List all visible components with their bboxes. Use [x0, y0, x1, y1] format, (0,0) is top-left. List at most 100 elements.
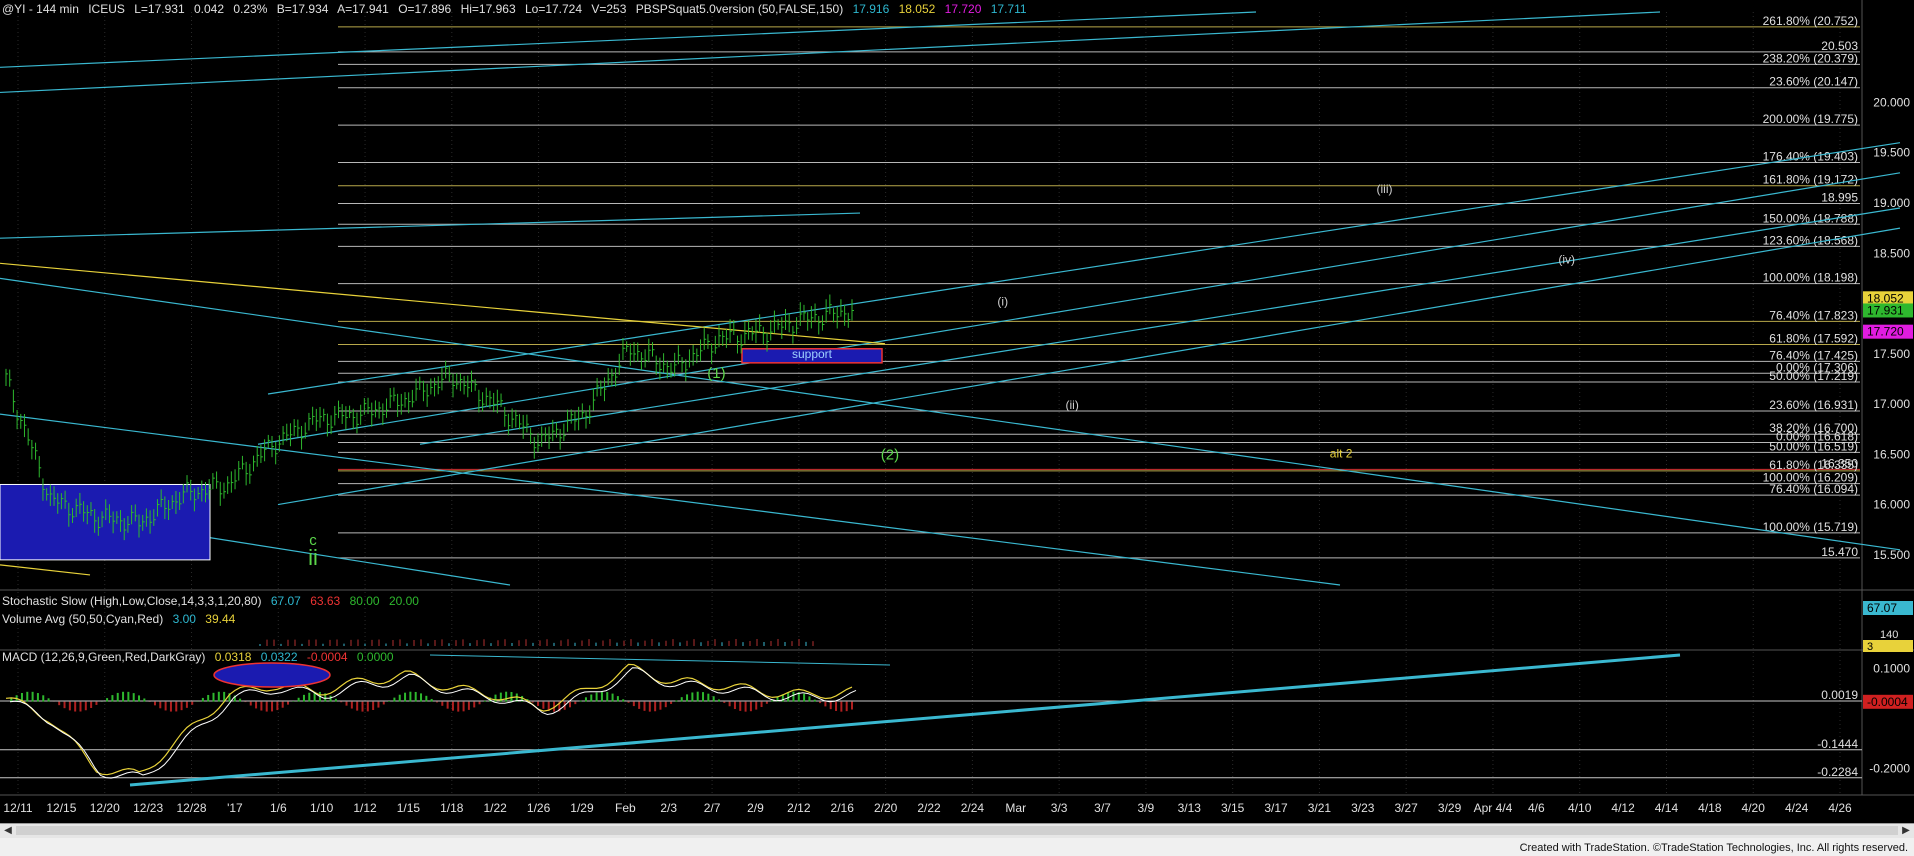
date-tick: 3/15 — [1221, 801, 1245, 815]
date-tick: 1/18 — [440, 801, 464, 815]
support-label: support — [792, 347, 833, 361]
price-axis-tick: 20.000 — [1873, 95, 1910, 109]
date-tick: 1/29 — [570, 801, 594, 815]
fib-label: 100.00% (18.198) — [1763, 271, 1858, 285]
fib-label: 23.60% (20.147) — [1769, 75, 1858, 89]
channel-line — [267, 142, 1901, 395]
date-tick: 2/3 — [660, 801, 677, 815]
stochastic-v4: 20.00 — [388, 594, 419, 608]
macd-level-label: -0.2284 — [1817, 765, 1858, 779]
fib-label: 200.00% (19.775) — [1763, 112, 1858, 126]
date-tick: 12/20 — [90, 801, 120, 815]
stochastic-v2: 63.63 — [310, 594, 341, 608]
scroll-right-icon[interactable]: ▶ — [1899, 825, 1913, 837]
last-price: L=17.931 — [134, 2, 185, 16]
date-tick: 1/26 — [527, 801, 551, 815]
volume-tick: 140 — [1880, 629, 1898, 641]
macd-v2: 0.0322 — [260, 650, 298, 664]
fib-label: 150.00% (18.788) — [1763, 211, 1858, 225]
date-tick: 2/16 — [831, 801, 855, 815]
wave-label: (1) — [707, 365, 725, 382]
fib-label: 15.470 — [1821, 545, 1858, 559]
open: O=17.896 — [398, 2, 452, 16]
volume-v2: 39.44 — [205, 612, 236, 626]
wave-label: (iv) — [1558, 252, 1575, 266]
stochastic-label: Stochastic Slow (High,Low,Close,14,3,3,1… — [2, 594, 262, 608]
date-tick: 1/22 — [484, 801, 508, 815]
chart-header: @YI - 144 min ICEUS L=17.931 0.042 0.23%… — [2, 2, 1033, 16]
macd-v4: 0.0000 — [356, 650, 394, 664]
date-tick: 3/9 — [1138, 801, 1155, 815]
date-tick: 1/10 — [310, 801, 334, 815]
wave-ii-box — [0, 483, 211, 561]
date-tick: 3/29 — [1438, 801, 1462, 815]
stochastic-header: Stochastic Slow (High,Low,Close,14,3,3,1… — [2, 594, 425, 608]
channel-line — [277, 227, 1901, 506]
fib-label: 76.40% (16.094) — [1769, 482, 1858, 496]
price-axis-tick: 16.500 — [1873, 447, 1910, 461]
macd-support-line — [129, 653, 1681, 787]
yellow-trendline — [0, 564, 91, 576]
symbol: @YI - 144 min — [2, 2, 79, 16]
macd-level-label: 0.0019 — [1821, 688, 1858, 702]
stochastic-v3: 80.00 — [349, 594, 380, 608]
stochastic-v1: 67.07 — [270, 594, 301, 608]
macd-v1: 0.0318 — [214, 650, 252, 664]
fib-label: 50.00% (16.519) — [1769, 439, 1858, 453]
date-tick: 2/20 — [874, 801, 898, 815]
wave-label: ii — [308, 545, 318, 570]
volume-label: Volume Avg (50,50,Cyan,Red) — [2, 612, 164, 626]
study-name: PBSPSquat5.0version (50,FALSE,150) — [635, 2, 844, 16]
change: 0.042 — [193, 2, 225, 16]
high: Hi=17.963 — [460, 2, 516, 16]
price-axis-tick: 18.500 — [1873, 246, 1910, 260]
date-tick: '17 — [227, 801, 243, 815]
study-value-2: 18.052 — [898, 2, 936, 16]
stochastic-tag-label: 67.07 — [1867, 601, 1897, 615]
volume-tag-label: 3 — [1867, 641, 1873, 653]
channel-line — [0, 212, 861, 239]
date-tick: 2/22 — [917, 801, 941, 815]
study-value-4: 17.711 — [990, 2, 1027, 16]
volume: V=253 — [591, 2, 627, 16]
date-tick: 12/23 — [133, 801, 163, 815]
channel-line — [419, 207, 1901, 445]
date-tick: 4/12 — [1611, 801, 1635, 815]
price-chart: 261.80% (20.752)20.503238.20% (20.379)23… — [0, 0, 1914, 815]
macd-tag-label: -0.0004 — [1867, 695, 1908, 709]
fib-label: 50.00% (17.219) — [1769, 369, 1858, 383]
macd-signal-line — [9, 667, 857, 779]
price-axis-tick: 19.000 — [1873, 196, 1910, 210]
volume-v1: 3.00 — [172, 612, 196, 626]
ask: A=17.941 — [337, 2, 389, 16]
price-axis-tick: 17.000 — [1873, 397, 1910, 411]
wave-label: alt 2 — [1330, 446, 1353, 460]
horizontal-scrollbar[interactable]: ◀ ▶ — [0, 823, 1914, 838]
macd-header: MACD (12,26,9,Green,Red,DarkGray) 0.0318… — [2, 650, 400, 664]
study-value-1: 17.916 — [852, 2, 890, 16]
date-tick: 12/15 — [46, 801, 76, 815]
date-tick: 3/21 — [1308, 801, 1332, 815]
scroll-thumb[interactable] — [16, 826, 1898, 835]
date-tick: 2/9 — [747, 801, 764, 815]
macd-line — [5, 663, 853, 776]
fib-label: 261.80% (20.752) — [1763, 14, 1858, 28]
fib-label: 123.60% (18.568) — [1763, 233, 1858, 247]
date-tick: 3/17 — [1264, 801, 1288, 815]
exchange: ICEUS — [88, 2, 125, 16]
date-tick: Mar — [1005, 801, 1026, 815]
macd-label: MACD (12,26,9,Green,Red,DarkGray) — [2, 650, 206, 664]
volume-header: Volume Avg (50,50,Cyan,Red) 3.00 39.44 — [2, 612, 241, 626]
study-value-3: 17.720 — [944, 2, 982, 16]
fib-label: 238.20% (20.379) — [1763, 51, 1858, 65]
change-pct: 0.23% — [233, 2, 268, 16]
scroll-left-icon[interactable]: ◀ — [1, 825, 15, 837]
wave-label: (i) — [997, 295, 1008, 309]
date-tick: Feb — [615, 801, 636, 815]
date-tick: 3/23 — [1351, 801, 1375, 815]
bid: B=17.934 — [276, 2, 329, 16]
date-tick: 12/11 — [3, 801, 32, 815]
fib-label: 76.40% (17.823) — [1769, 308, 1858, 322]
date-tick: 3/27 — [1395, 801, 1419, 815]
date-tick: 3/7 — [1094, 801, 1111, 815]
